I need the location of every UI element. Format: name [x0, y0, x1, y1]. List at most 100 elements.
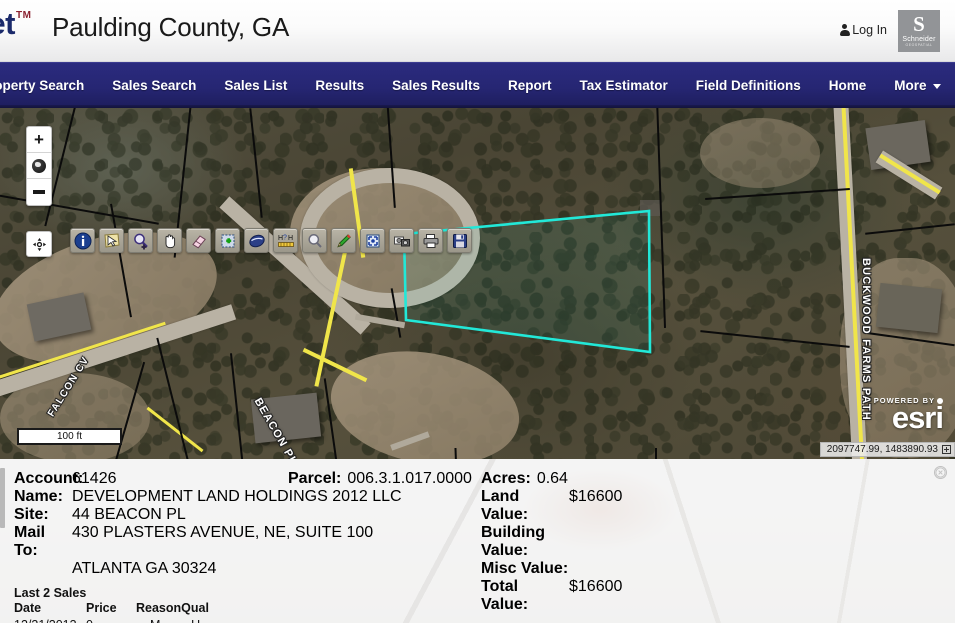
land-value-label: Land Value:: [481, 488, 529, 523]
login-button[interactable]: Log In: [839, 23, 887, 37]
nav-item-property-search[interactable]: Property Search: [0, 78, 98, 93]
parcel-id-column: Parcel: 006.3.1.017.0000: [288, 470, 472, 488]
locate-me-button[interactable]: [26, 231, 52, 257]
parcel-value: 006.3.1.017.0000: [347, 470, 472, 487]
select-parcel-icon: [103, 232, 120, 248]
map-viewport[interactable]: BEACON PL BUCKWOOD FARMS PATH FALCON CV …: [0, 108, 955, 459]
sale-price: 0: [86, 617, 136, 623]
account-value: 61426: [72, 470, 117, 487]
sale-reason: M: [136, 617, 181, 623]
mailto-row-2: ATLANTA GA 30324: [14, 560, 402, 578]
basemap-globe-icon: [248, 234, 265, 247]
info-icon: [74, 232, 91, 249]
nav-item-sales-search[interactable]: Sales Search: [98, 78, 210, 93]
login-label: Log In: [852, 23, 887, 37]
building-value-label: Building Value:: [481, 524, 545, 559]
search-icon: [307, 233, 322, 248]
eraser-icon: [191, 234, 206, 248]
close-panel-button[interactable]: [934, 466, 947, 479]
home-extent-button[interactable]: [27, 153, 51, 179]
print-icon: [423, 233, 438, 248]
zoom-in-tool-button[interactable]: [128, 228, 153, 253]
logo-wordmark: net: [0, 6, 16, 41]
nav-item-home[interactable]: Home: [815, 78, 881, 93]
mailto-spacer: [14, 560, 72, 578]
mailto-line2: ATLANTA GA 30324: [72, 560, 217, 577]
total-value: $16600: [569, 578, 623, 595]
print-tool-button[interactable]: [418, 228, 443, 253]
page-title: Paulding County, GA: [52, 12, 290, 42]
identify-tool-button[interactable]: [70, 228, 95, 253]
map-toolbar: H ? H: [70, 228, 472, 253]
qpublic-logo[interactable]: net TM: [0, 8, 31, 39]
basemap-tool-button[interactable]: [244, 228, 269, 253]
land-value: $16600: [569, 488, 623, 505]
add-layer-tool-button[interactable]: [215, 228, 240, 253]
pencil-markup-icon: [336, 233, 351, 248]
crosshair-icon: [32, 237, 46, 251]
map-scale-bar: 100 ft: [17, 428, 122, 445]
name-row: Name: DEVELOPMENT LAND HOLDINGS 2012 LLC: [14, 488, 402, 506]
esri-attribution: POWERED BY esri: [874, 396, 944, 435]
full-extent-tool-button[interactable]: [360, 228, 385, 253]
nav-item-field-definitions[interactable]: Field Definitions: [682, 78, 815, 93]
acres-row: Acres: 0.64: [481, 470, 622, 488]
svg-text:H: H: [288, 235, 293, 242]
clear-selection-tool-button[interactable]: [186, 228, 211, 253]
photos-icon: [393, 236, 410, 246]
measure-tool-button[interactable]: H ? H: [273, 228, 298, 253]
nav-item-results[interactable]: Results: [301, 78, 378, 93]
scale-label: 100 ft: [56, 431, 83, 442]
svg-text:?: ?: [283, 234, 287, 241]
search-tool-button[interactable]: [302, 228, 327, 253]
misc-value-row: Misc Value:: [481, 560, 622, 578]
site-header: net TM Paulding County, GA Log In S Schn…: [0, 0, 955, 62]
add-layer-icon: [221, 234, 234, 247]
select-parcel-tool-button[interactable]: [99, 228, 124, 253]
nav-item-tax-estimator[interactable]: Tax Estimator: [565, 78, 681, 93]
globe-icon: [32, 158, 46, 173]
sales-header-reason: Reason: [136, 601, 182, 615]
nav-item-sales-list[interactable]: Sales List: [210, 78, 301, 93]
owner-info-column: Account: 61426 Name: DEVELOPMENT LAND HO…: [14, 470, 402, 623]
panel-resize-handle[interactable]: [0, 468, 5, 528]
zoom-out-button[interactable]: [27, 179, 51, 205]
selected-parcel-highlight: [402, 209, 652, 354]
sales-section-title: Last 2 Sales: [14, 586, 87, 600]
site-row: Site: 44 BEACON PL: [14, 506, 402, 524]
mailto-line1: 430 PLASTERS AVENUE, NE, SUITE 100: [72, 524, 374, 541]
expand-icon[interactable]: [942, 445, 951, 454]
sales-header-price: Price: [86, 601, 117, 615]
map-zoom-controls[interactable]: +: [26, 126, 52, 206]
photos-tool-button[interactable]: [389, 228, 414, 253]
sales-header-qual: Qual: [181, 601, 209, 615]
sales-table: Date Price Reason Qual 12/31/2013 0 M U …: [14, 600, 211, 623]
map-coordinates-readout[interactable]: 2097747.99, 1483890.93: [819, 442, 955, 457]
logo-trademark: TM: [16, 10, 32, 21]
schneider-subtitle: GEOSPATIAL: [905, 43, 933, 48]
pan-hand-icon: [165, 233, 175, 248]
total-value-label: Total Value:: [481, 578, 529, 613]
zoom-in-button[interactable]: +: [27, 127, 51, 153]
chevron-down-icon: [932, 83, 941, 89]
mailto-label: Mail To:: [14, 524, 46, 559]
parcel-row: Parcel: 006.3.1.017.0000: [288, 470, 472, 488]
full-extent-icon: [366, 234, 379, 247]
nav-item-sales-results[interactable]: Sales Results: [378, 78, 494, 93]
save-icon: [452, 233, 467, 248]
save-tool-button[interactable]: [447, 228, 472, 253]
site-label: Site:: [14, 506, 49, 523]
site-value: 44 BEACON PL: [72, 506, 186, 523]
markup-tool-button[interactable]: [331, 228, 356, 253]
schneider-geospatial-logo[interactable]: S Schneider GEOSPATIAL: [898, 10, 940, 52]
pan-tool-button[interactable]: [157, 228, 182, 253]
nav-item-more[interactable]: More: [880, 78, 954, 93]
sales-header-date: Date: [14, 601, 42, 615]
coordinates-value: 2097747.99, 1483890.93: [826, 444, 938, 455]
sale-qual: U: [181, 617, 211, 623]
nav-item-report[interactable]: Report: [494, 78, 566, 93]
esri-wordmark: esri: [891, 399, 944, 435]
street-label-buckwood-farms-path: BUCKWOOD FARMS PATH: [860, 258, 872, 421]
main-navigation: Property Search Sales Search Sales List …: [0, 62, 955, 108]
minus-icon: [33, 190, 45, 194]
